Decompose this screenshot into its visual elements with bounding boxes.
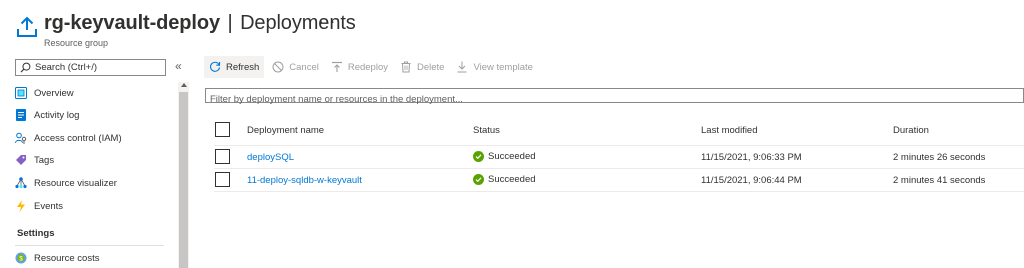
duration-cell: 2 minutes 41 seconds [893, 175, 986, 186]
resource-costs-icon: $ [15, 252, 27, 264]
cancel-icon [272, 61, 284, 73]
deployment-name-link[interactable]: 11-deploy-sqldb-w-keyvault [247, 175, 362, 186]
resource-type-subtitle: Resource group [44, 38, 109, 48]
page-title: rg-keyvault-deploy | Deployments [44, 12, 356, 35]
resource-name: rg-keyvault-deploy [44, 12, 221, 34]
deployment-name-link[interactable]: deploySQL [247, 152, 294, 163]
blade-title: Deployments [240, 12, 356, 34]
cancel-label: Cancel [289, 61, 319, 73]
duration-cell: 2 minutes 26 seconds [893, 152, 986, 163]
redeploy-button[interactable]: Redeploy [327, 56, 392, 78]
sidebar-item-label: Activity log [34, 109, 80, 121]
filter-input[interactable] [206, 93, 1023, 106]
section-divider [15, 245, 164, 246]
overview-icon [15, 87, 27, 99]
collapse-sidebar-button[interactable]: « [175, 59, 182, 73]
row-divider [214, 168, 1024, 169]
success-check-icon [473, 174, 484, 185]
refresh-button[interactable]: Refresh [204, 56, 265, 78]
row-checkbox[interactable] [215, 149, 230, 164]
redeploy-label: Redeploy [347, 61, 388, 73]
success-check-icon [473, 151, 484, 162]
header-divider [214, 145, 1024, 146]
column-header-last-modified[interactable]: Last modified [701, 125, 758, 136]
select-all-checkbox[interactable] [215, 122, 230, 137]
sidebar-item-events[interactable]: Events [15, 196, 63, 216]
tag-icon [15, 154, 27, 166]
resource-group-upload-icon [17, 16, 37, 37]
row-checkbox[interactable] [215, 172, 230, 187]
last-modified-cell: 11/15/2021, 9:06:44 PM [701, 175, 802, 186]
iam-icon [15, 132, 27, 144]
redeploy-icon [331, 61, 342, 72]
delete-icon [401, 61, 411, 73]
sidebar-item-tags[interactable]: Tags [15, 150, 54, 170]
sidebar-search[interactable] [15, 59, 166, 76]
sidebar-item-access-control[interactable]: Access control (IAM) [15, 128, 122, 148]
status-cell: Succeeded [473, 174, 536, 185]
delete-label: Delete [416, 61, 445, 73]
refresh-label: Refresh [226, 61, 260, 73]
download-icon [457, 61, 467, 73]
status-text: Succeeded [488, 174, 536, 185]
cancel-button[interactable]: Cancel [268, 56, 323, 78]
sidebar-item-label: Resource costs [34, 252, 100, 264]
title-separator: | [227, 12, 233, 34]
view-template-label: View template [473, 61, 533, 73]
sidebar-item-label: Overview [34, 87, 74, 99]
scrollbar-thumb[interactable] [179, 92, 188, 268]
sidebar-item-resource-costs[interactable]: $ Resource costs [15, 248, 99, 268]
status-text: Succeeded [488, 151, 536, 162]
column-header-duration[interactable]: Duration [893, 125, 929, 136]
status-cell: Succeeded [473, 151, 536, 162]
sidebar-item-overview[interactable]: Overview [15, 83, 74, 103]
command-bar: Refresh Cancel Redeploy Delete View temp… [204, 56, 537, 78]
sidebar-item-resource-visualizer[interactable]: Resource visualizer [15, 173, 117, 193]
refresh-icon [210, 61, 221, 72]
search-icon [20, 62, 31, 73]
sidebar-item-label: Resource visualizer [34, 177, 117, 189]
view-template-button[interactable]: View template [452, 56, 537, 78]
scroll-up-arrow-icon[interactable] [181, 83, 187, 87]
search-input[interactable] [35, 62, 155, 73]
column-header-deployment-name[interactable]: Deployment name [247, 125, 324, 136]
delete-button[interactable]: Delete [396, 56, 448, 78]
sidebar-item-activity-log[interactable]: Activity log [15, 105, 79, 125]
visualizer-icon [15, 177, 27, 189]
events-icon [15, 200, 27, 212]
sidebar-item-label: Tags [34, 154, 55, 166]
column-header-status[interactable]: Status [473, 125, 500, 136]
activity-log-icon [15, 109, 27, 121]
more-options-button[interactable]: ··· [319, 13, 336, 29]
sidebar-item-label: Events [34, 200, 64, 212]
sidebar-item-label: Access control (IAM) [34, 132, 122, 144]
row-divider [214, 191, 1024, 192]
last-modified-cell: 11/15/2021, 9:06:33 PM [701, 152, 802, 163]
settings-section-header: Settings [17, 228, 55, 239]
deployment-filter[interactable] [205, 88, 1024, 106]
